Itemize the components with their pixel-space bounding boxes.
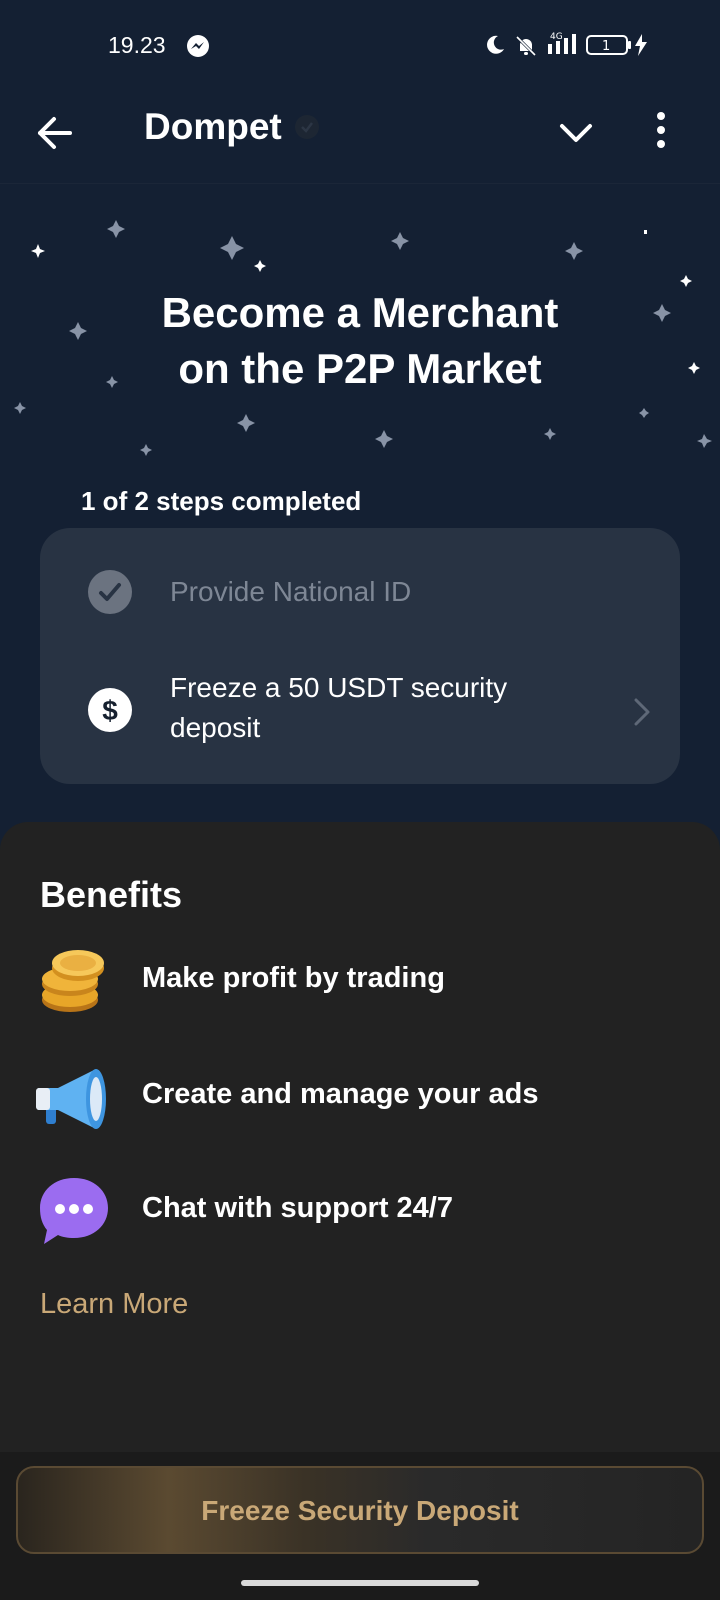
status-time: 19.23	[108, 32, 166, 58]
benefit-item-ads: Create and manage your ads	[0, 1058, 720, 1138]
step-freeze-deposit[interactable]: $ Freeze a 50 USDT security deposit	[40, 668, 680, 768]
megaphone-icon	[34, 1058, 114, 1138]
headline-line-1: Become a Merchant	[161, 289, 559, 336]
benefits-sheet: Benefits Make profit by trading Create a…	[0, 822, 720, 1452]
bottom-action-bar: Freeze Security Deposit	[0, 1452, 720, 1600]
verified-badge-icon	[294, 114, 320, 145]
svg-text:$: $	[102, 695, 118, 726]
steps-progress-caption: 1 of 2 steps completed	[81, 486, 362, 516]
moon-icon	[484, 34, 506, 61]
chevron-right-icon	[632, 696, 652, 733]
benefit-label: Chat with support 24/7	[142, 1192, 453, 1224]
chevron-down-icon[interactable]	[556, 112, 596, 157]
battery-level: 1	[602, 39, 610, 54]
battery-icon: 1	[586, 34, 632, 61]
signal-4g-icon: 4G	[546, 30, 582, 61]
dollar-circle-icon: $	[88, 688, 132, 732]
messenger-icon	[186, 34, 210, 63]
network-label: 4G	[550, 32, 563, 42]
step-provide-national-id: Provide National ID	[40, 558, 680, 628]
learn-more-link[interactable]: Learn More	[40, 1288, 188, 1321]
steps-card: Provide National ID $ Freeze a 50 USDT s…	[40, 528, 680, 784]
charging-icon	[634, 34, 648, 61]
bell-off-icon	[514, 34, 538, 63]
benefit-item-profit: Make profit by trading	[0, 942, 720, 1022]
freeze-security-deposit-button[interactable]: Freeze Security Deposit	[16, 1466, 704, 1554]
benefit-label: Create and manage your ads	[142, 1078, 539, 1110]
chat-bubble-icon	[34, 1172, 114, 1252]
page-title: Dompet	[144, 106, 282, 147]
benefit-item-support: Chat with support 24/7	[0, 1172, 720, 1252]
coins-icon	[34, 942, 114, 1022]
back-arrow-icon[interactable]	[34, 112, 76, 154]
step-label: Provide National ID	[170, 576, 412, 607]
step-label: Freeze a 50 USDT security deposit	[170, 672, 508, 743]
more-vertical-icon[interactable]	[654, 108, 668, 157]
status-bar: 19.23 4G 1	[0, 0, 720, 90]
nav-bar: Dompet	[0, 90, 720, 184]
benefits-title: Benefits	[40, 874, 183, 915]
cta-label: Freeze Security Deposit	[201, 1495, 519, 1526]
page-headline: Become a Merchant on the P2P Market	[0, 285, 720, 397]
benefit-label: Make profit by trading	[142, 962, 445, 994]
headline-line-2: on the P2P Market	[178, 345, 542, 392]
home-indicator[interactable]	[241, 1580, 479, 1586]
check-circle-icon	[88, 570, 132, 614]
